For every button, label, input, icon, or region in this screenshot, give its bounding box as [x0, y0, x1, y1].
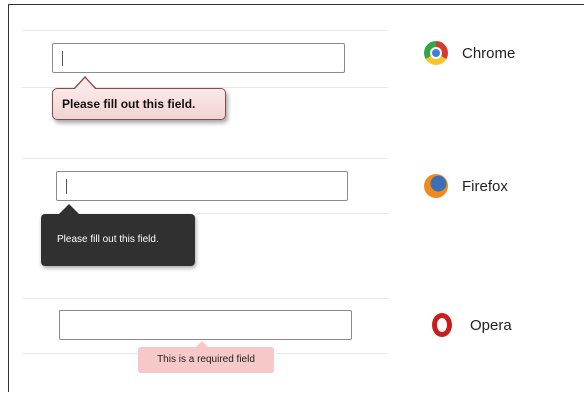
opera-validation-tooltip: This is a required field — [138, 341, 274, 373]
tooltip-arrow-fill — [74, 78, 96, 90]
chrome-text-input[interactable] — [52, 43, 345, 73]
firefox-validation-tooltip: Please fill out this field. — [41, 204, 195, 266]
opera-text-input[interactable] — [59, 310, 352, 340]
firefox-icon — [424, 174, 448, 198]
firefox-text-input[interactable] — [56, 171, 348, 201]
divider — [196, 213, 388, 214]
chrome-icon — [424, 41, 448, 65]
divider — [22, 158, 388, 159]
browser-name: Firefox — [462, 177, 508, 195]
browser-label-opera: Opera — [432, 313, 512, 337]
browser-label-firefox: Firefox — [424, 174, 508, 198]
browser-name: Opera — [470, 316, 512, 334]
opera-validation-message: This is a required field — [157, 354, 255, 365]
text-caret — [62, 51, 63, 66]
divider — [22, 353, 138, 354]
chrome-validation-message: Please fill out this field. — [62, 97, 196, 111]
tooltip-arrow — [196, 341, 208, 347]
tooltip-arrow — [59, 204, 79, 214]
opera-icon — [432, 313, 452, 337]
divider — [22, 298, 388, 299]
browser-label-chrome: Chrome — [424, 41, 515, 65]
text-caret — [66, 179, 67, 194]
divider — [276, 353, 388, 354]
chrome-validation-tooltip: Please fill out this field. — [52, 76, 226, 120]
firefox-validation-message: Please fill out this field. — [57, 234, 159, 245]
divider — [22, 30, 388, 31]
browser-name: Chrome — [462, 44, 516, 62]
